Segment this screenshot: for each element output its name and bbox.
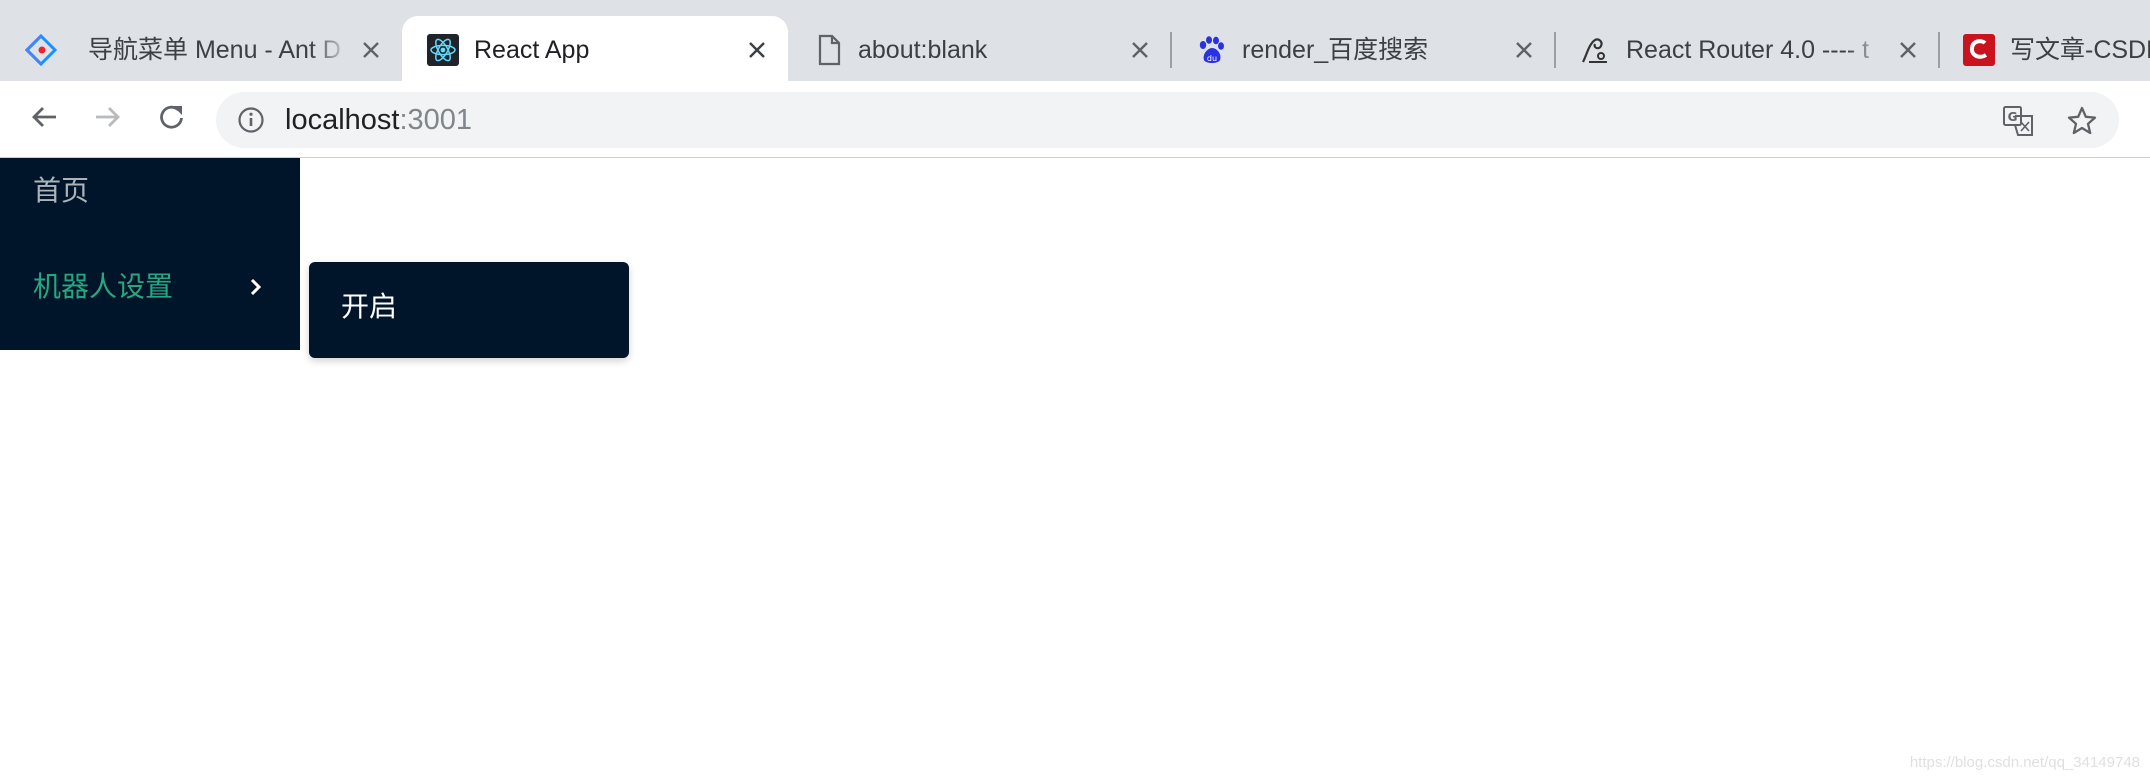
submenu-item-enable[interactable]: 开启 (309, 274, 629, 340)
tab-about-blank[interactable]: about:blank (788, 16, 1172, 81)
router-icon (1578, 33, 1611, 66)
close-icon[interactable] (1126, 36, 1154, 64)
svg-text:G: G (2008, 110, 2018, 124)
translate-icon[interactable]: G (2001, 104, 2035, 138)
tab-title-fade (1846, 30, 1886, 70)
back-icon[interactable] (22, 95, 66, 139)
tab-title: about:blank (858, 36, 988, 64)
submenu-item-label: 开启 (341, 290, 398, 323)
tab-react-app[interactable]: React App (402, 16, 788, 81)
tab-title: render_百度搜索 (1242, 36, 1429, 64)
address-bar[interactable]: localhost:3001 G (216, 92, 2119, 148)
react-icon (426, 33, 459, 66)
submenu-popup: 开启 (309, 262, 629, 358)
tab-react-router[interactable]: React Router 4.0 ---- t (1556, 16, 1940, 81)
url-port: :3001 (399, 104, 473, 136)
svg-text:du: du (1206, 54, 1216, 63)
tab-csdn[interactable]: 写文章-CSDN (1940, 16, 2150, 81)
chevron-right-icon (248, 276, 264, 298)
menu-item-robot-settings[interactable]: 机器人设置 (0, 254, 300, 320)
tab-title-fade (310, 30, 350, 70)
watermark: https://blog.csdn.net/qq_34149748 (1909, 754, 2140, 771)
ant-design-icon (24, 33, 57, 66)
toolbar-divider (0, 157, 2150, 158)
menu-item-label: 机器人设置 (33, 270, 174, 303)
reload-icon[interactable] (150, 95, 194, 139)
close-icon[interactable] (1894, 36, 1922, 64)
csdn-icon (1962, 33, 1995, 66)
browser-toolbar: localhost:3001 G (0, 81, 2150, 158)
sider-menu: 首页 机器人设置 (0, 158, 300, 350)
tab-title: 写文章-CSDN (2010, 36, 2150, 64)
tab-strip: 导航菜单 Menu - Ant D React App about:blank … (0, 0, 2150, 81)
site-info-icon[interactable] (237, 106, 265, 134)
bookmark-star-icon[interactable] (2065, 104, 2099, 138)
close-icon[interactable] (743, 36, 771, 64)
tab-ant-design[interactable]: 导航菜单 Menu - Ant D (0, 16, 402, 81)
url-host: localhost (285, 104, 400, 136)
url-text: localhost:3001 (285, 104, 472, 136)
close-icon[interactable] (1510, 36, 1538, 64)
forward-icon[interactable] (86, 95, 130, 139)
tab-baidu[interactable]: du render_百度搜索 (1172, 16, 1556, 81)
baidu-paw-icon: du (1194, 33, 1227, 66)
tab-title: React App (474, 36, 590, 64)
blank-page-icon (812, 33, 845, 66)
menu-item-home[interactable]: 首页 (0, 158, 300, 224)
menu-item-label: 首页 (33, 174, 90, 207)
close-icon[interactable] (357, 36, 385, 64)
